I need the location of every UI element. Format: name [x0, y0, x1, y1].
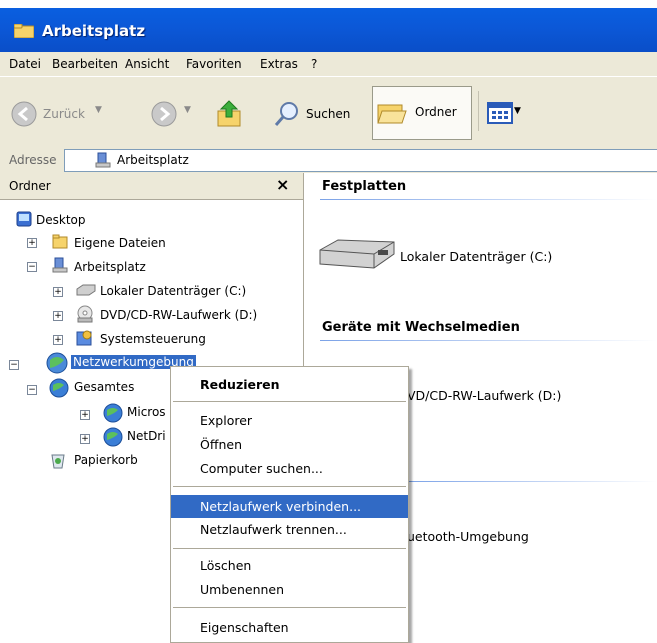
- menu-separator: [173, 607, 406, 608]
- back-arrow-icon: [11, 101, 37, 127]
- back-label: Zurück: [43, 107, 85, 121]
- address-label: Adresse: [9, 153, 57, 167]
- group-divider: [407, 481, 657, 482]
- tree-item-dvd-laufwerk[interactable]: DVD/CD-RW-Laufwerk (D:): [100, 308, 257, 322]
- network-icon: [103, 403, 123, 423]
- menu-extras[interactable]: Extras: [260, 57, 298, 71]
- menu-item-netzlaufwerk-verbinden[interactable]: Netzlaufwerk verbinden...: [171, 495, 408, 518]
- menu-item-oeffnen[interactable]: Öffnen: [171, 434, 408, 455]
- tree-item-desktop[interactable]: Desktop: [36, 213, 86, 227]
- menu-bearbeiten[interactable]: Bearbeiten: [52, 57, 118, 71]
- menu-ansicht[interactable]: Ansicht: [125, 57, 169, 71]
- network-icon: [46, 352, 68, 374]
- tree-item-systemsteuerung[interactable]: Systemsteuerung: [100, 332, 206, 346]
- menu-item-computer-suchen[interactable]: Computer suchen...: [171, 458, 408, 479]
- hard-disk-icon[interactable]: [314, 236, 398, 272]
- menu-favoriten[interactable]: Favoriten: [186, 57, 242, 71]
- menu-separator: [173, 548, 406, 549]
- folder-icon: [14, 24, 34, 38]
- tree-item-micros[interactable]: Micros: [127, 405, 166, 419]
- expand-icon[interactable]: +: [80, 434, 90, 444]
- folder-icon: [52, 234, 68, 249]
- content-item-bluetooth-umgebung[interactable]: uetooth-Umgebung: [407, 529, 529, 544]
- address-bar: Adresse Arbeitsplatz: [0, 147, 657, 174]
- address-value: Arbeitsplatz: [117, 153, 189, 167]
- content-item-lokaler-datentraeger[interactable]: Lokaler Datenträger (C:): [400, 249, 552, 264]
- hard-disk-icon: [76, 284, 96, 296]
- content-item-dvd-laufwerk[interactable]: VD/CD-RW-Laufwerk (D:): [407, 388, 561, 403]
- menu-item-loeschen[interactable]: Löschen: [171, 555, 408, 576]
- back-dropdown-icon: ▼: [95, 105, 102, 115]
- group-header-wechselmedien: Geräte mit Wechselmedien: [322, 320, 520, 335]
- folders-button[interactable]: Ordner: [372, 86, 472, 140]
- menu-separator: [173, 401, 406, 402]
- folder-pane-header: Ordner ×: [0, 173, 303, 200]
- globe-icon: [49, 378, 69, 398]
- tree-item-arbeitsplatz[interactable]: Arbeitsplatz: [74, 260, 146, 274]
- search-label: Suchen: [306, 107, 351, 121]
- context-menu: Reduzieren Explorer Öffnen Computer such…: [170, 366, 409, 643]
- collapse-icon[interactable]: −: [27, 262, 37, 272]
- computer-icon: [95, 152, 111, 168]
- title-bar: Arbeitsplatz: [0, 0, 657, 52]
- address-field[interactable]: Arbeitsplatz: [64, 149, 657, 172]
- recycle-bin-icon: [51, 454, 65, 469]
- cd-drive-icon: [77, 305, 93, 323]
- toolbar-separator: [478, 91, 479, 131]
- menu-item-explorer[interactable]: Explorer: [171, 410, 408, 431]
- menu-item-eigenschaften[interactable]: Eigenschaften: [171, 617, 408, 638]
- views-icon[interactable]: [487, 102, 513, 124]
- menu-item-netzlaufwerk-trennen[interactable]: Netzlaufwerk trennen...: [171, 519, 408, 540]
- group-divider: [320, 340, 657, 341]
- menu-help[interactable]: ?: [311, 57, 317, 71]
- menu-separator: [173, 486, 406, 487]
- group-divider: [320, 199, 657, 200]
- tree-item-gesamtes[interactable]: Gesamtes: [74, 380, 134, 394]
- folder-pane-title: Ordner: [9, 179, 51, 193]
- desktop-icon: [16, 211, 32, 227]
- menu-item-reduzieren[interactable]: Reduzieren: [171, 374, 408, 395]
- tree-item-netdri[interactable]: NetDri: [127, 429, 166, 443]
- network-icon: [103, 427, 123, 447]
- folders-label: Ordner: [415, 105, 457, 119]
- expand-icon[interactable]: +: [53, 335, 63, 345]
- menu-bar: Datei Bearbeiten Ansicht Favoriten Extra…: [0, 52, 657, 77]
- back-button[interactable]: Zurück ▼: [10, 100, 150, 128]
- expand-icon[interactable]: +: [80, 410, 90, 420]
- search-icon: [274, 102, 298, 126]
- tree-item-lokaler-datentraeger[interactable]: Lokaler Datenträger (C:): [100, 284, 246, 298]
- up-folder-icon[interactable]: [215, 97, 245, 129]
- expand-icon[interactable]: +: [27, 238, 37, 248]
- tree-item-eigene-dateien[interactable]: Eigene Dateien: [74, 236, 166, 250]
- views-dropdown-icon[interactable]: ▼: [514, 106, 521, 116]
- forward-dropdown-icon[interactable]: ▼: [184, 105, 191, 115]
- collapse-icon[interactable]: −: [27, 385, 37, 395]
- menu-datei[interactable]: Datei: [9, 57, 41, 71]
- folder-icon: [377, 104, 407, 124]
- window-title: Arbeitsplatz: [42, 22, 146, 40]
- expand-icon[interactable]: +: [53, 287, 63, 297]
- search-button[interactable]: Suchen: [270, 99, 368, 129]
- expand-icon[interactable]: +: [53, 311, 63, 321]
- tree-item-papierkorb[interactable]: Papierkorb: [74, 453, 138, 467]
- computer-icon: [52, 257, 68, 273]
- collapse-icon[interactable]: −: [9, 360, 19, 370]
- control-panel-icon: [76, 330, 92, 346]
- group-header-festplatten: Festplatten: [322, 179, 407, 194]
- menu-item-umbenennen[interactable]: Umbenennen: [171, 579, 408, 600]
- forward-arrow-icon[interactable]: [150, 100, 178, 128]
- toolbar: Zurück ▼ ▼ Suchen Ordner ▼: [0, 77, 657, 148]
- close-icon[interactable]: ×: [276, 175, 289, 194]
